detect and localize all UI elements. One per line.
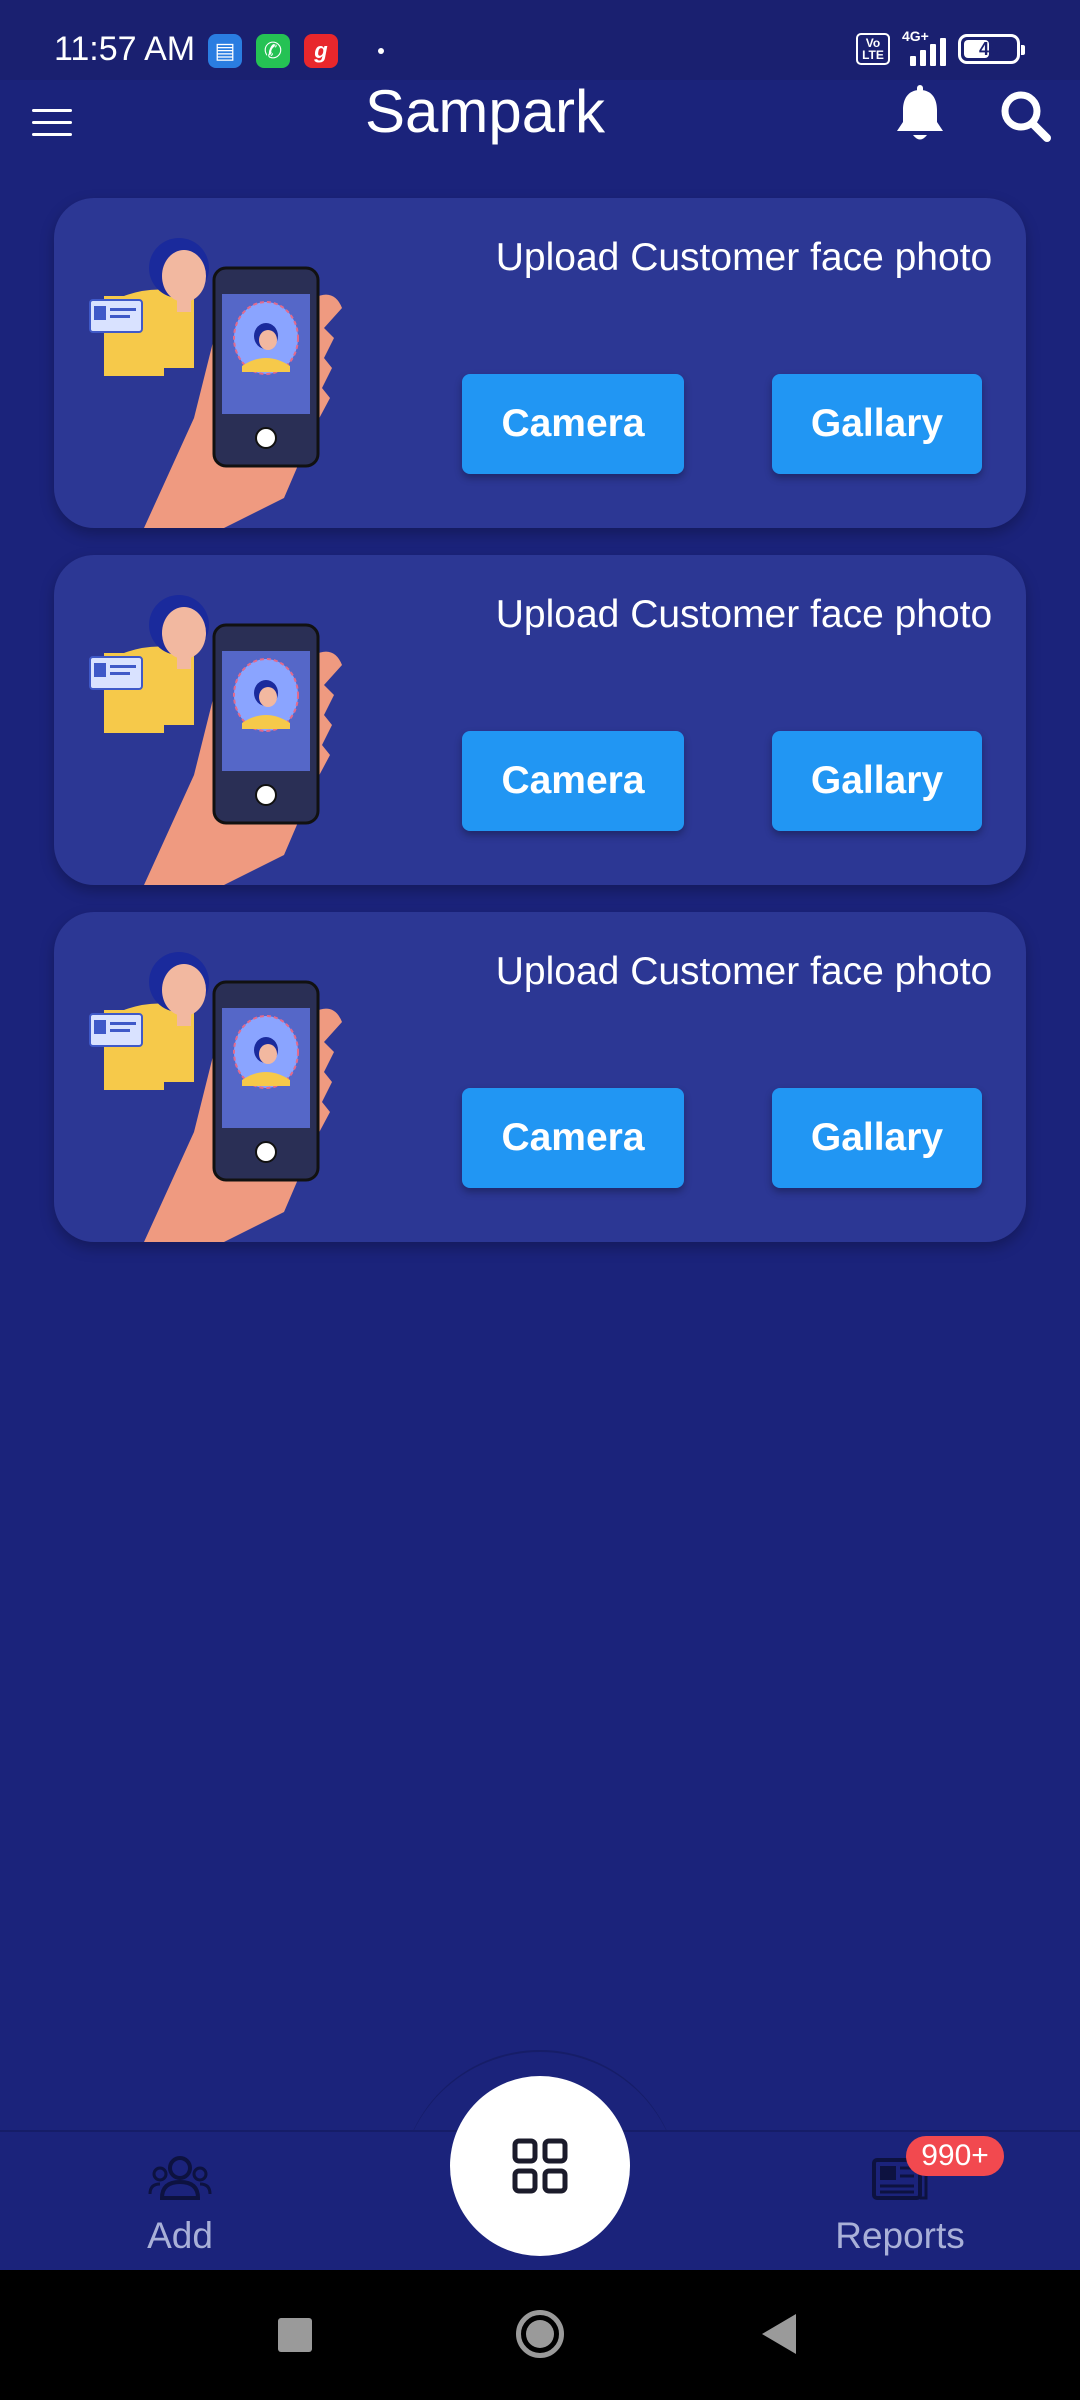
app-bar: Sampark bbox=[0, 80, 1080, 170]
status-time: 11:57 AM bbox=[54, 30, 196, 68]
card-title: Upload Customer face photo bbox=[495, 950, 993, 993]
status-indicators: Vo LTE 4G+ 49 bbox=[856, 28, 1025, 66]
gallery-button[interactable]: Gallary bbox=[772, 1088, 982, 1188]
face-photo-illustration bbox=[89, 595, 342, 885]
signal-icon: 4G+ bbox=[902, 28, 946, 66]
messages-app-icon: ▤ bbox=[208, 34, 242, 68]
volte-icon: Vo LTE bbox=[856, 33, 890, 65]
card-title: Upload Customer face photo bbox=[495, 593, 993, 636]
more-notifications-dot-icon bbox=[378, 48, 384, 54]
network-type: 4G+ bbox=[902, 28, 929, 44]
gallery-button[interactable]: Gallary bbox=[772, 731, 982, 831]
back-triangle-icon[interactable] bbox=[762, 2314, 796, 2354]
camera-button[interactable]: Camera bbox=[462, 1088, 684, 1188]
upload-card: Upload Customer face photo Camera Gallar… bbox=[54, 555, 1026, 885]
goibibo-app-icon: g bbox=[304, 34, 338, 68]
home-circle-icon[interactable] bbox=[516, 2310, 564, 2358]
status-bar: 11:57 AM ▤ ✆ g Vo LTE 4G+ 49 bbox=[0, 0, 1080, 80]
status-app-icons: ▤ ✆ g bbox=[208, 34, 384, 68]
notifications-button[interactable] bbox=[892, 84, 948, 148]
nav-reports-label: Reports bbox=[835, 2215, 965, 2256]
battery-icon: 49 bbox=[958, 34, 1025, 64]
center-fab-button[interactable] bbox=[450, 2076, 630, 2256]
upload-card: Upload Customer face photo Camera Gallar… bbox=[54, 198, 1026, 528]
face-photo-illustration bbox=[89, 952, 342, 1242]
gallery-button[interactable]: Gallary bbox=[772, 374, 982, 474]
grid-icon bbox=[512, 2138, 568, 2194]
nav-add-label: Add bbox=[147, 2215, 213, 2256]
page-title: Sampark bbox=[364, 78, 606, 145]
camera-button[interactable]: Camera bbox=[462, 374, 684, 474]
card-title: Upload Customer face photo bbox=[495, 236, 993, 279]
reports-badge: 990+ bbox=[906, 2136, 1004, 2176]
search-icon bbox=[1001, 91, 1051, 142]
camera-button[interactable]: Camera bbox=[462, 731, 684, 831]
people-icon bbox=[148, 2156, 212, 2200]
face-photo-illustration bbox=[89, 238, 342, 528]
battery-percent: 49 bbox=[978, 38, 1000, 59]
upload-card: Upload Customer face photo Camera Gallar… bbox=[54, 912, 1026, 1242]
system-nav-bar bbox=[0, 2270, 1080, 2400]
search-button[interactable] bbox=[996, 84, 1056, 148]
recents-square-icon[interactable] bbox=[278, 2318, 312, 2352]
nav-add-button[interactable]: Add bbox=[120, 2154, 240, 2264]
bell-icon bbox=[897, 85, 943, 140]
whatsapp-app-icon: ✆ bbox=[256, 34, 290, 68]
